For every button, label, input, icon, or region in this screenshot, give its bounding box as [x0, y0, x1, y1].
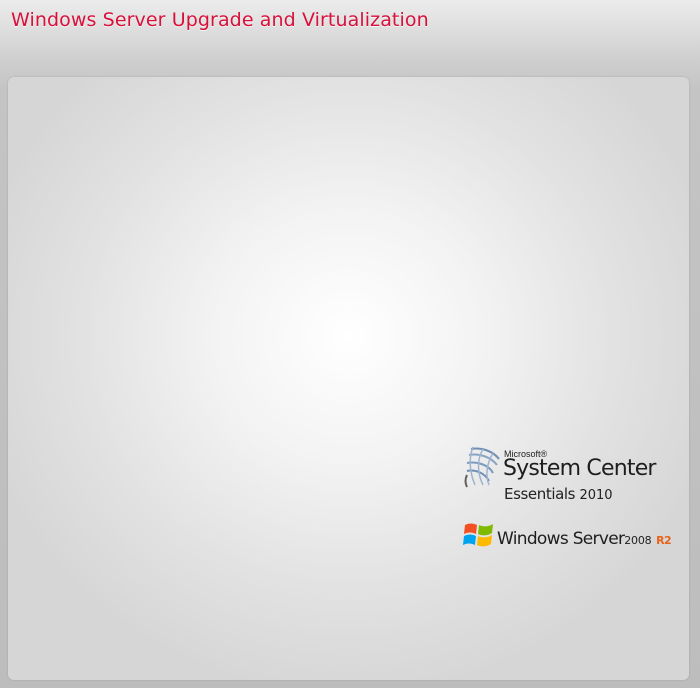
windows-server-name: Windows Server: [497, 529, 625, 549]
system-center-swirl-icon: [464, 446, 500, 488]
product-logos: Microsoft® System Center Essentials 2010…: [463, 445, 683, 554]
content-panel: Microsoft® System Center Essentials 2010…: [8, 77, 689, 680]
essentials-edition: Essentials: [504, 485, 576, 503]
windows-server-year: 2008: [624, 534, 652, 547]
windows-server-label: Windows Server2008 R2: [497, 529, 672, 549]
system-center-essentials-logo: Microsoft® System Center Essentials 2010: [463, 445, 683, 507]
essentials-year: 2010: [579, 488, 613, 503]
system-center-label: System Center: [503, 456, 656, 481]
essentials-label: Essentials 2010: [504, 485, 613, 503]
windows-server-logo: Windows Server2008 R2: [463, 520, 683, 554]
windows-flag-icon: [463, 523, 493, 547]
windows-server-release: R2: [656, 534, 671, 547]
page-title: Windows Server Upgrade and Virtualizatio…: [11, 9, 429, 31]
